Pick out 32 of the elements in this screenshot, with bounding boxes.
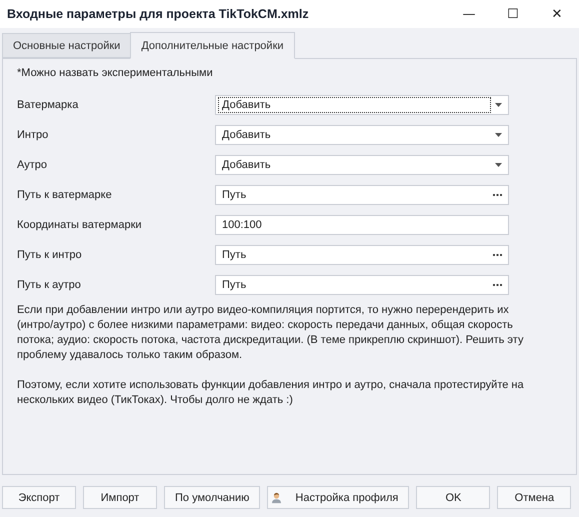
path-field[interactable]: Путь [215, 275, 509, 295]
caret-icon [495, 133, 502, 137]
dropdown-field[interactable]: Добавить [215, 95, 509, 115]
minimize-button[interactable]: — [447, 0, 491, 28]
close-button[interactable]: ✕ [535, 0, 579, 28]
input-field[interactable]: 100:100 [215, 215, 509, 235]
field-label: Координаты ватермарки [17, 219, 143, 231]
caret-icon [495, 163, 502, 167]
field-label: Путь к аутро [17, 279, 82, 291]
field-label: Путь к интро [17, 249, 83, 261]
info-paragraph: Если при добавлении интро или аутро видео-компиляция портится, то нужно перерендерить их (интро/аутро) с более низкими параметрами: видео: скорость передачи данных, общая скорость потока; аудио: скорость потока, частота дискредитации. (В теме прикреплю скриншот). Решить эту проблему удавалось только таким образом. [17, 303, 524, 363]
field-label: Аутро [17, 159, 48, 171]
info-paragraph: Поэтому, если хотите использовать функции добавления интро и аутро, сначала протестируйте на нескольких видео (ТикТоках). Чтобы долго не ждать :) [17, 378, 525, 408]
dialog-button[interactable]: По умолчанию [164, 486, 260, 509]
dialog-button[interactable]: Экспорт [2, 486, 76, 509]
window-title: Входные параметры для проекта TikTokCM.xmlz [7, 7, 309, 21]
tab[interactable]: Основные настройки [2, 33, 132, 58]
field-label: Ватермарка [17, 99, 80, 111]
profile-settings-button[interactable]: Настройка профиля [267, 486, 410, 509]
maximize-button[interactable]: ☐ [491, 0, 535, 28]
dialog-button[interactable]: Отмена [497, 486, 572, 509]
path-field[interactable]: Путь [215, 185, 509, 205]
note-text: *Можно назвать экспериментальными [17, 67, 213, 79]
field-label: Интро [17, 129, 50, 141]
field-label: Путь к ватермарке [17, 189, 113, 201]
path-field[interactable]: Путь [215, 245, 509, 265]
tab[interactable]: Дополнительные настройки [130, 32, 295, 59]
dropdown-field[interactable]: Добавить [215, 155, 509, 175]
dialog-button[interactable]: Импорт [83, 486, 157, 509]
caret-icon [495, 103, 502, 107]
dialog-button[interactable]: OK [416, 486, 490, 509]
dropdown-field[interactable]: Добавить [215, 125, 509, 145]
